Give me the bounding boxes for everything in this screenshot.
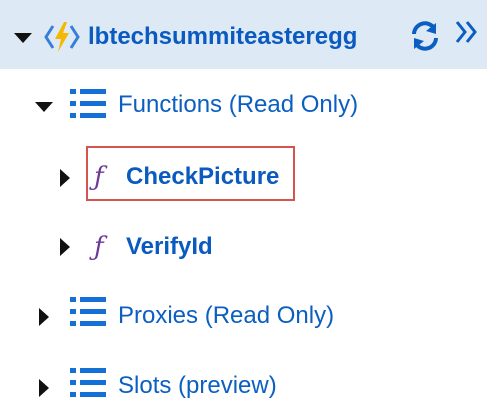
expand-caret-icon[interactable] bbox=[39, 308, 49, 326]
refresh-icon[interactable] bbox=[410, 21, 440, 51]
proxies-node[interactable]: Proxies (Read Only) bbox=[0, 280, 487, 350]
list-icon bbox=[70, 297, 106, 326]
expand-caret-icon[interactable] bbox=[60, 238, 70, 256]
expand-caret-icon[interactable] bbox=[60, 169, 70, 187]
expand-caret-icon[interactable] bbox=[39, 379, 49, 397]
proxies-label: Proxies (Read Only) bbox=[118, 302, 335, 329]
slots-label: Slots (preview) bbox=[118, 372, 277, 399]
function-icon: ƒ bbox=[94, 232, 104, 262]
functions-node[interactable]: Functions (Read Only) bbox=[0, 70, 487, 140]
collapse-caret-icon[interactable] bbox=[14, 33, 32, 43]
function-label: VerifyId bbox=[126, 233, 213, 260]
functions-label: Functions (Read Only) bbox=[118, 91, 359, 118]
function-app-row[interactable]: lbtechsummiteasteregg bbox=[0, 0, 487, 69]
double-chevron-right-icon[interactable] bbox=[454, 18, 480, 46]
selection-highlight bbox=[86, 146, 295, 201]
slots-node[interactable]: Slots (preview) bbox=[0, 350, 487, 420]
list-icon bbox=[70, 89, 106, 118]
function-item-verifyid[interactable]: ƒ VerifyId bbox=[0, 210, 487, 280]
collapse-caret-icon[interactable] bbox=[35, 102, 53, 112]
function-app-icon bbox=[44, 22, 80, 52]
list-icon bbox=[70, 368, 106, 397]
function-app-name: lbtechsummiteasteregg bbox=[88, 23, 358, 50]
